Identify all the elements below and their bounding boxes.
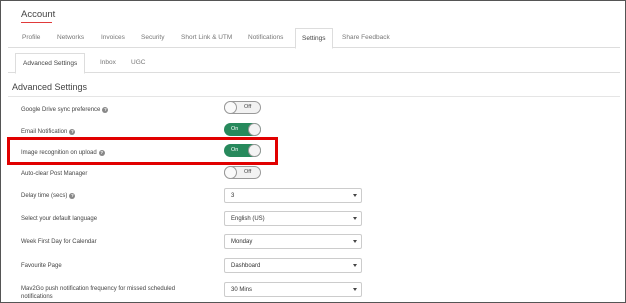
email-notification-toggle[interactable]: On <box>224 123 261 136</box>
default-language-label: Select your default language <box>21 215 97 223</box>
chevron-down-icon <box>353 288 357 291</box>
favourite-page-select[interactable]: Dashboard <box>224 258 362 273</box>
week-first-day-label: Week First Day for Calendar <box>21 238 97 246</box>
auto-clear-post-manager-label-text: Auto-clear Post Manager <box>21 171 88 177</box>
tab-profile[interactable]: Profile <box>16 28 46 48</box>
subtab-ugc[interactable]: UGC <box>124 53 152 73</box>
email-notification-label: Email Notification? <box>21 128 76 136</box>
chevron-down-icon <box>353 240 357 243</box>
push-frequency-label-text-line2: notifications <box>21 294 53 300</box>
default-language-label-text: Select your default language <box>21 216 98 222</box>
delay-time-label-text: Delay time (secs) <box>21 193 68 199</box>
tab-share-feedback[interactable]: Share Feedback <box>336 28 396 48</box>
tab-settings[interactable]: Settings <box>295 28 333 49</box>
auto-clear-post-manager-toggle[interactable]: Off <box>224 166 261 179</box>
push-frequency-select[interactable]: 30 Mins <box>224 282 362 297</box>
toggle-state-label: Off <box>244 169 252 175</box>
toggle-state-label: Off <box>244 104 252 110</box>
help-icon[interactable]: ? <box>69 129 76 135</box>
tab-networks[interactable]: Networks <box>51 28 90 48</box>
chevron-down-icon <box>353 194 357 197</box>
subtab-inbox[interactable]: Inbox <box>93 53 123 73</box>
favourite-page-label: Favourite Page <box>21 262 62 270</box>
push-frequency-label-text: Mav2Go push notification frequency for m… <box>21 286 176 292</box>
page-title-underline <box>21 22 52 23</box>
help-icon[interactable]: ? <box>69 193 76 199</box>
toggle-knob <box>224 166 237 179</box>
week-first-day-select[interactable]: Monday <box>224 234 362 249</box>
select-value: 30 Mins <box>231 287 253 293</box>
tab-invoices[interactable]: Invoices <box>95 28 131 48</box>
chevron-down-icon <box>353 264 357 267</box>
google-drive-sync-label: Google Drive sync preference? <box>21 106 109 114</box>
google-drive-sync-toggle[interactable]: Off <box>224 101 261 114</box>
select-value: Monday <box>231 239 253 245</box>
select-value: 3 <box>231 193 235 199</box>
highlight-annotation-box <box>7 137 278 165</box>
chevron-down-icon <box>353 217 357 220</box>
toggle-knob <box>224 101 237 114</box>
select-value: Dashboard <box>231 263 261 269</box>
delay-time-label: Delay time (secs)? <box>21 192 76 200</box>
section-divider <box>8 96 620 97</box>
tab-short-link-utm[interactable]: Short Link & UTM <box>175 28 238 48</box>
page-title: Account <box>21 9 56 20</box>
help-icon[interactable]: ? <box>102 107 109 113</box>
toggle-state-label: On <box>231 126 239 132</box>
section-title: Advanced Settings <box>12 82 88 92</box>
tab-notifications[interactable]: Notifications <box>242 28 289 48</box>
toggle-knob <box>248 123 261 136</box>
subtab-advanced-settings[interactable]: Advanced Settings <box>15 53 86 74</box>
select-value: English (US) <box>231 216 265 222</box>
settings-subtabs: Advanced Settings Inbox UGC <box>8 53 620 74</box>
push-frequency-label: Mav2Go push notification frequency for m… <box>21 285 175 301</box>
default-language-select[interactable]: English (US) <box>224 211 362 226</box>
favourite-page-label-text: Favourite Page <box>21 263 62 269</box>
email-notification-label-text: Email Notification <box>21 129 68 135</box>
week-first-day-label-text: Week First Day for Calendar <box>21 239 97 245</box>
google-drive-sync-label-text: Google Drive sync preference <box>21 107 101 113</box>
auto-clear-post-manager-label: Auto-clear Post Manager <box>21 170 87 178</box>
main-tabs: Profile Networks Invoices Security Short… <box>8 28 620 49</box>
tab-security[interactable]: Security <box>135 28 170 48</box>
delay-time-select[interactable]: 3 <box>224 188 362 203</box>
